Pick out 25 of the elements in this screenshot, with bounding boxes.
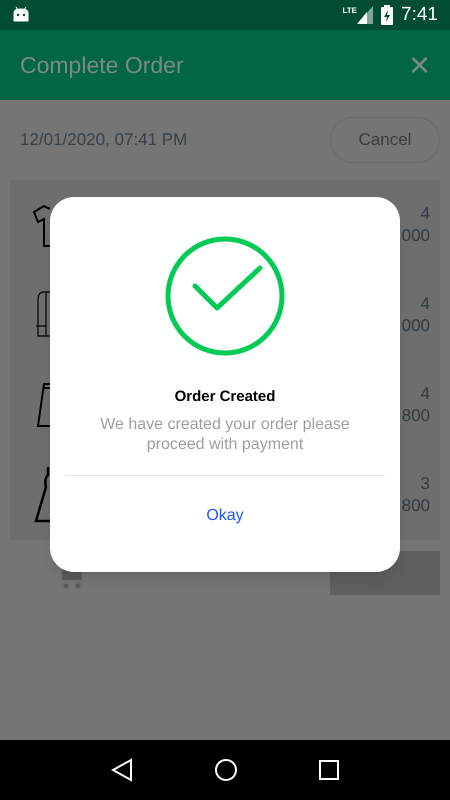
dialog-message: We have created your order please proceed with payment [99, 414, 351, 454]
screen-title: Complete Order [20, 50, 184, 80]
item-quantity: 4 [420, 383, 430, 405]
okay-button[interactable]: Okay [190, 496, 260, 536]
checkmark-circle-icon [165, 236, 285, 356]
clock: 7:41 [401, 2, 438, 27]
cancel-button[interactable]: Cancel [330, 117, 440, 163]
item-quantity: 3 [420, 473, 430, 495]
item-quantity: 4 [420, 293, 430, 315]
network-label: LTE [342, 4, 358, 17]
item-price: 000 [402, 315, 430, 337]
t-shirt-icon [30, 202, 50, 248]
item-price: 800 [402, 405, 430, 427]
battery-icon [381, 5, 394, 25]
item-price: 800 [402, 495, 430, 517]
item-price: 000 [402, 225, 430, 247]
dialog-title: Order Created [174, 387, 276, 407]
close-button[interactable]: × [404, 47, 434, 83]
home-icon[interactable] [214, 758, 238, 782]
recents-icon[interactable] [319, 760, 340, 780]
back-icon[interactable] [110, 758, 133, 782]
android-icon [12, 7, 30, 23]
item-quantity: 4 [420, 203, 430, 225]
signal-icon [357, 6, 374, 24]
order-date: 12/01/2020, 07:41 PM [20, 129, 188, 152]
